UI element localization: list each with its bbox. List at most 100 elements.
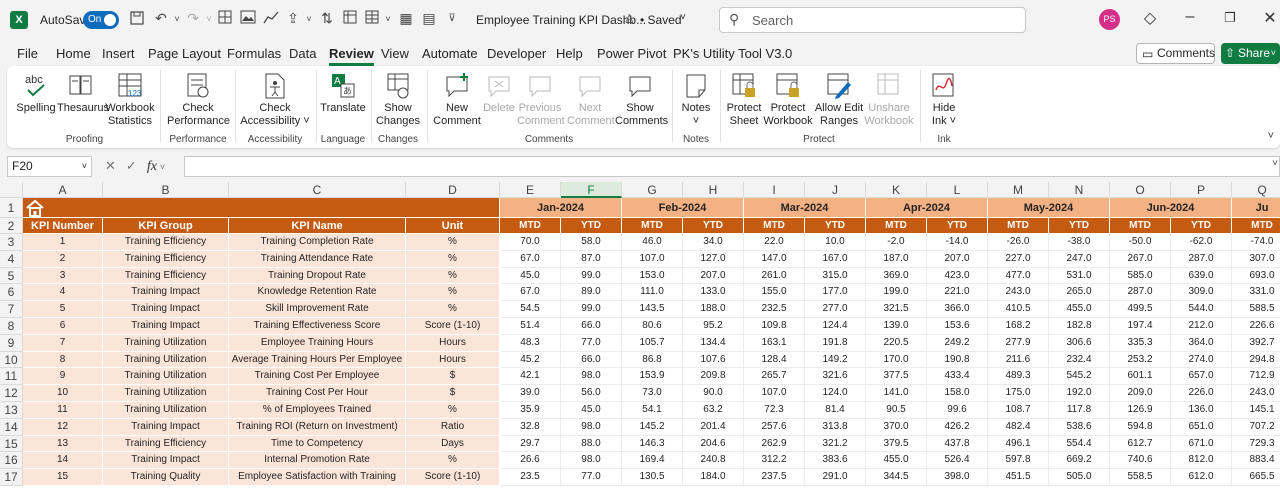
table-cell[interactable]: 192.0: [1049, 385, 1110, 402]
table-cell[interactable]: $: [406, 368, 500, 386]
table-cell[interactable]: 45.0: [561, 402, 622, 419]
table-cell[interactable]: 312.2: [744, 452, 805, 470]
table-cell[interactable]: Training Impact: [103, 301, 229, 318]
column-header[interactable]: M: [988, 182, 1049, 198]
table-cell[interactable]: 147.0: [744, 250, 805, 268]
table-cell[interactable]: 277.0: [805, 301, 866, 318]
table-cell[interactable]: 274.0: [1171, 351, 1232, 369]
table-cell[interactable]: 812.0: [1171, 452, 1232, 470]
table-cell[interactable]: 693.0: [1232, 267, 1280, 285]
table-cell[interactable]: 35.9: [500, 402, 561, 419]
table-cell[interactable]: 4: [23, 284, 103, 302]
table-cell[interactable]: 72.3: [744, 402, 805, 419]
delete-comment-button[interactable]: Delete: [481, 72, 517, 115]
table-cell[interactable]: 247.0: [1049, 250, 1110, 268]
table-cell[interactable]: 226.6: [1232, 318, 1280, 335]
table-cell[interactable]: 379.5: [866, 435, 927, 453]
row-header[interactable]: 6: [0, 284, 23, 302]
table-cell[interactable]: Hours: [406, 351, 500, 369]
column-header[interactable]: G: [622, 182, 683, 198]
table-cell[interactable]: Training Utilization: [103, 351, 229, 369]
table-cell[interactable]: 451.5: [988, 469, 1049, 486]
table-cell[interactable]: 335.3: [1110, 334, 1171, 352]
workbook-statistics-button[interactable]: 123 Workbook Statistics: [105, 72, 155, 128]
table-cell[interactable]: 145.1: [1232, 402, 1280, 419]
spelling-button[interactable]: abc Spelling: [13, 72, 59, 115]
table-cell[interactable]: 321.2: [805, 435, 866, 453]
table-cell[interactable]: 6: [23, 318, 103, 335]
table-cell[interactable]: 597.8: [988, 452, 1049, 470]
column-header[interactable]: K: [866, 182, 927, 198]
table-cell[interactable]: 109.8: [744, 318, 805, 335]
table-cell[interactable]: 108.7: [988, 402, 1049, 419]
table-cell[interactable]: 262.9: [744, 435, 805, 453]
table-cell[interactable]: 729.3: [1232, 435, 1280, 453]
row-header[interactable]: 10: [0, 351, 23, 369]
table-cell[interactable]: 265.7: [744, 368, 805, 386]
table-cell[interactable]: 136.0: [1171, 402, 1232, 419]
column-header[interactable]: Q: [1232, 182, 1280, 198]
table-cell[interactable]: 554.4: [1049, 435, 1110, 453]
row-header[interactable]: 15: [0, 435, 23, 453]
tab-formulas[interactable]: Formulas: [227, 46, 281, 61]
column-header[interactable]: H: [683, 182, 744, 198]
table-cell[interactable]: 13: [23, 435, 103, 453]
table-cell[interactable]: Training Utilization: [103, 368, 229, 386]
notes-button[interactable]: Notes ˅: [677, 72, 715, 128]
table-cell[interactable]: -50.0: [1110, 234, 1171, 251]
table-cell[interactable]: 146.3: [622, 435, 683, 453]
table-cell[interactable]: 232.5: [744, 301, 805, 318]
restore-icon[interactable]: ❐: [1220, 10, 1240, 26]
table-cell[interactable]: Ratio: [406, 418, 500, 436]
table-cell[interactable]: Training Dropout Rate: [229, 267, 406, 285]
table-cell[interactable]: 77.0: [561, 469, 622, 486]
table-cell[interactable]: 267.0: [1110, 250, 1171, 268]
table-cell[interactable]: 344.5: [866, 469, 927, 486]
table-cell[interactable]: 177.0: [805, 284, 866, 302]
table-cell[interactable]: Training Efficiency: [103, 250, 229, 268]
table-cell[interactable]: 601.1: [1110, 368, 1171, 386]
table-cell[interactable]: 158.0: [927, 385, 988, 402]
table-cell[interactable]: -14.0: [927, 234, 988, 251]
table-cell[interactable]: 370.0: [866, 418, 927, 436]
table-cell[interactable]: 127.0: [683, 250, 744, 268]
table-cell[interactable]: Training Cost Per Hour: [229, 385, 406, 402]
table-cell[interactable]: 182.8: [1049, 318, 1110, 335]
table-cell[interactable]: 29.7: [500, 435, 561, 453]
row-header[interactable]: 13: [0, 402, 23, 419]
table-cell[interactable]: Training Efficiency: [103, 435, 229, 453]
table-cell[interactable]: %: [406, 234, 500, 251]
row-header[interactable]: 8: [0, 318, 23, 335]
table-cell[interactable]: 124.0: [805, 385, 866, 402]
table-cell[interactable]: 46.0: [622, 234, 683, 251]
table-cell[interactable]: 99.6: [927, 402, 988, 419]
minimize-icon[interactable]: –: [1180, 8, 1200, 26]
table-cell[interactable]: 671.0: [1171, 435, 1232, 453]
table-cell[interactable]: 22.0: [744, 234, 805, 251]
table-cell[interactable]: 149.2: [805, 351, 866, 369]
column-header[interactable]: L: [927, 182, 988, 198]
row-header[interactable]: 7: [0, 301, 23, 318]
table-cell[interactable]: 277.9: [988, 334, 1049, 352]
table-cell[interactable]: 12: [23, 418, 103, 436]
column-header[interactable]: J: [805, 182, 866, 198]
table-cell[interactable]: 130.5: [622, 469, 683, 486]
table-cell[interactable]: 77.0: [561, 334, 622, 352]
table-cell[interactable]: 48.3: [500, 334, 561, 352]
table-cell[interactable]: 612.0: [1171, 469, 1232, 486]
table-cell[interactable]: 133.0: [683, 284, 744, 302]
fx-dropdown-icon[interactable]: ˅: [160, 162, 165, 172]
table-cell[interactable]: 39.0: [500, 385, 561, 402]
table-cell[interactable]: 204.6: [683, 435, 744, 453]
table-cell[interactable]: $: [406, 385, 500, 402]
table-cell[interactable]: 477.0: [988, 267, 1049, 285]
table-cell[interactable]: 410.5: [988, 301, 1049, 318]
avatar[interactable]: PS: [1099, 9, 1120, 30]
comments-button[interactable]: ▭ Comments: [1136, 43, 1215, 64]
table-cell[interactable]: 377.5: [866, 368, 927, 386]
autosave-toggle[interactable]: On: [83, 11, 119, 29]
table-cell[interactable]: 306.6: [1049, 334, 1110, 352]
table-cell[interactable]: 117.8: [1049, 402, 1110, 419]
table-cell[interactable]: Employee Satisfaction with Training: [229, 469, 406, 486]
table-cell[interactable]: 98.0: [561, 452, 622, 470]
